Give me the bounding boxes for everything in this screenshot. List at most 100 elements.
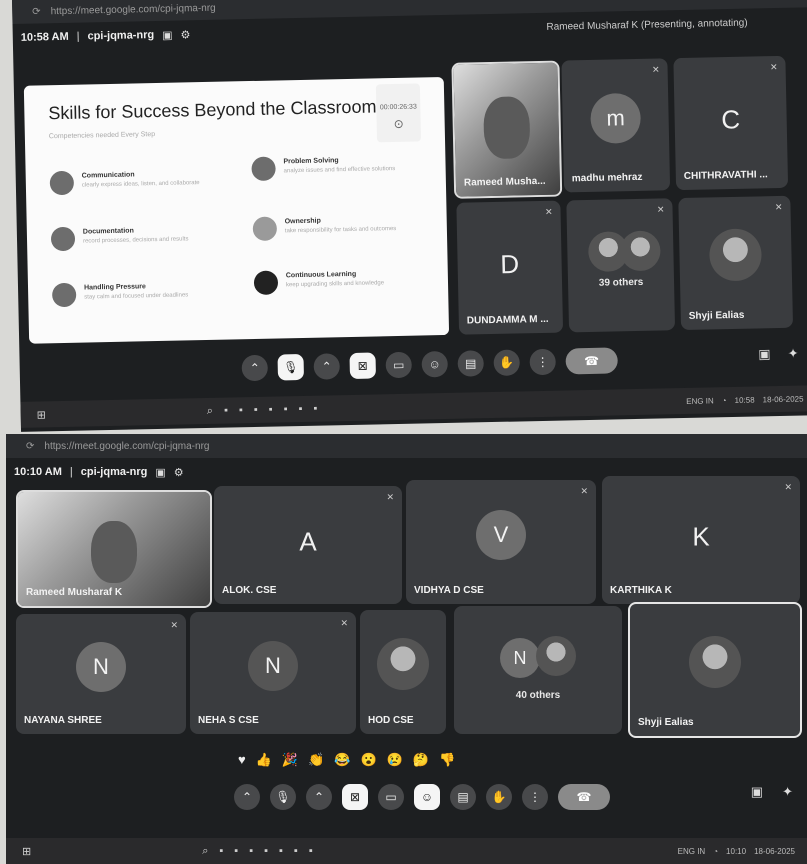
raise-hand-button[interactable]: ✋ <box>486 784 512 810</box>
taskbar-app-icon[interactable]: ▪ <box>294 845 298 857</box>
taskbar-app-icon[interactable]: ▪ <box>279 845 283 857</box>
skill-desc: record processes, decisions and results <box>83 236 189 245</box>
reaction-heart-icon[interactable]: ♥ <box>238 752 246 768</box>
taskbar-app-icon[interactable]: ▪ <box>234 845 238 857</box>
wifi-icon[interactable]: ◔ <box>722 396 727 405</box>
reload-icon[interactable]: ⟳ <box>32 6 41 17</box>
present-button[interactable]: ▤ <box>457 350 484 377</box>
avatar-letter: A <box>299 526 317 557</box>
participant-tile[interactable]: ✕ A ALOK. CSE <box>214 486 402 604</box>
leave-call-button[interactable]: ☎ <box>558 784 610 810</box>
clock-date[interactable]: 18-06-2025 <box>754 847 795 856</box>
copy-info-icon[interactable]: ▣ <box>155 466 165 479</box>
wifi-icon[interactable]: ◔ <box>713 847 718 856</box>
clock-date[interactable]: 18-06-2025 <box>763 394 804 404</box>
reaction-thumbs-up-icon[interactable]: 👍 <box>256 752 272 768</box>
emoji-button[interactable]: ☺ <box>421 350 448 378</box>
browser-address-bar[interactable]: ⟳ https://meet.google.com/cpi-jqma-nrg <box>6 434 807 458</box>
emoji-button[interactable]: ☺ <box>414 784 440 810</box>
camera-off-button[interactable]: ⊠ <box>349 352 377 380</box>
slide-subtitle: Competencies needed Every Step <box>48 131 156 141</box>
raise-hand-button[interactable]: ✋ <box>493 349 520 376</box>
windows-icon[interactable]: ⊞ <box>37 408 46 421</box>
more-video-options-icon[interactable]: ⌃ <box>313 353 341 380</box>
others-count: 40 others <box>515 690 561 701</box>
clock-time[interactable]: 10:10 <box>726 847 746 856</box>
settings-icon[interactable]: ⚙ <box>180 28 190 41</box>
present-button[interactable]: ▤ <box>450 784 476 810</box>
windows-icon[interactable]: ⊞ <box>22 845 31 858</box>
language-indicator[interactable]: ENG IN <box>686 396 714 406</box>
activities-icon[interactable]: ✦ <box>782 784 793 800</box>
avatar-letter: D <box>499 248 520 280</box>
skill-name: Documentation <box>82 227 134 236</box>
taskbar-app-icon[interactable]: ▪ <box>219 845 223 857</box>
participant-tile[interactable]: ✕ K KARTHIKA K <box>602 476 800 604</box>
reaction-party-icon[interactable]: 🎉 <box>282 752 298 768</box>
microphone-button[interactable]: 🎙 <box>270 784 296 810</box>
reaction-sad-icon[interactable]: 😢 <box>387 752 403 768</box>
reaction-laugh-icon[interactable]: 😂 <box>334 752 350 768</box>
participant-face <box>91 520 137 583</box>
taskbar-app-icon[interactable]: ▪ <box>254 404 258 416</box>
search-icon[interactable]: ⌕ <box>202 845 208 858</box>
mic-off-icon: ✕ <box>651 64 660 75</box>
mic-off-icon: ✕ <box>386 492 394 502</box>
chat-icon[interactable]: ▣ <box>751 784 763 800</box>
reload-icon[interactable]: ⟳ <box>26 441 34 452</box>
more-video-options-icon[interactable]: ⌃ <box>306 784 332 810</box>
participant-tile[interactable]: Rameed Musha... <box>451 60 563 199</box>
mic-off-icon: ✕ <box>774 201 783 213</box>
reaction-surprised-icon[interactable]: 😮 <box>360 752 376 768</box>
participant-name: NAYANA SHREE <box>24 715 102 726</box>
language-indicator[interactable]: ENG IN <box>678 847 706 856</box>
activities-icon[interactable]: ✦ <box>788 346 799 362</box>
microphone-off-button[interactable]: 🎙 <box>277 353 305 381</box>
participant-tile[interactable]: Shyji Ealias <box>628 602 802 738</box>
participant-tile[interactable]: ✕ N NAYANA SHREE <box>16 614 186 734</box>
participant-tile[interactable]: ✕ N NEHA S CSE <box>190 612 356 734</box>
participant-tile[interactable]: ✕ D DUNDAMMA M ... <box>456 200 564 335</box>
extension-icon[interactable]: ⬡ <box>768 0 776 2</box>
participant-tile[interactable]: ✕ m madhu mehraz <box>561 58 671 193</box>
reaction-thinking-icon[interactable]: 🤔 <box>413 752 429 768</box>
search-icon[interactable]: ⌕ <box>207 404 213 417</box>
more-audio-options-icon[interactable]: ⌃ <box>241 354 269 382</box>
more-options-button[interactable]: ⋮ <box>529 348 556 376</box>
meeting-code: cpi-jqma-nrg <box>87 29 155 43</box>
participant-tile[interactable]: N 40 others <box>454 606 622 734</box>
taskbar-app-icon[interactable]: ▪ <box>284 403 288 415</box>
mic-off-icon: ✕ <box>170 620 178 630</box>
participant-tile[interactable]: Rameed Musharaf K <box>16 490 212 608</box>
copy-info-icon[interactable]: ▣ <box>162 28 173 41</box>
more-audio-options-icon[interactable]: ⌃ <box>234 784 260 810</box>
taskbar-app-icon[interactable]: ▪ <box>264 845 268 857</box>
taskbar-app-icon[interactable]: ▪ <box>249 845 253 857</box>
profile-icon[interactable]: ● <box>788 0 794 1</box>
reaction-thumbs-down-icon[interactable]: 👎 <box>439 752 455 768</box>
url-text[interactable]: https://meet.google.com/cpi-jqma-nrg <box>51 2 216 16</box>
taskbar-app-icon[interactable]: ▪ <box>309 845 313 857</box>
participant-tile[interactable]: ✕ C CHITHRAVATHI ... <box>673 55 789 191</box>
taskbar-app-icon[interactable]: ▪ <box>313 403 317 415</box>
reaction-clap-icon[interactable]: 👏 <box>308 752 324 768</box>
taskbar-app-icon[interactable]: ▪ <box>298 403 302 415</box>
url-text[interactable]: https://meet.google.com/cpi-jqma-nrg <box>44 441 209 452</box>
captions-button[interactable]: ▭ <box>378 784 404 810</box>
more-options-button[interactable]: ⋮ <box>522 784 548 810</box>
settings-icon[interactable]: ⚙ <box>174 466 184 479</box>
taskbar-app-icon[interactable]: ▪ <box>224 405 228 417</box>
participant-name: KARTHIKA K <box>610 585 672 596</box>
participant-tile[interactable]: ✕ V VIDHYA D CSE <box>406 480 596 604</box>
call-controls: ⌃ 🎙 ⌃ ⊠ ▭ ☺ ▤ ✋ ⋮ ☎ <box>234 784 610 810</box>
taskbar-app-icon[interactable]: ▪ <box>269 404 273 416</box>
taskbar-app-icon[interactable]: ▪ <box>239 404 243 416</box>
participant-tile[interactable]: ✕ Shyji Ealias <box>678 195 794 331</box>
chat-icon[interactable]: ▣ <box>758 346 771 362</box>
participant-tile[interactable]: HOD CSE <box>360 610 446 734</box>
leave-call-button[interactable]: ☎ <box>565 347 618 375</box>
participant-tile[interactable]: ✕ 39 others <box>566 198 676 333</box>
clock-time[interactable]: 10:58 <box>734 395 754 404</box>
camera-off-button[interactable]: ⊠ <box>342 784 368 810</box>
captions-button[interactable]: ▭ <box>385 351 412 379</box>
